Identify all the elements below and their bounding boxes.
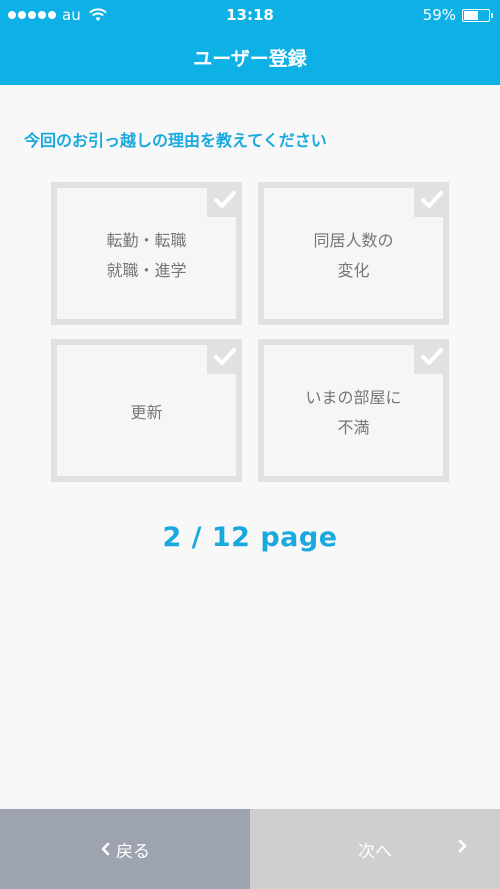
nav-bar: ユーザー登録	[0, 30, 500, 85]
next-button[interactable]: 次へ	[250, 809, 500, 889]
back-button[interactable]: 戻る	[0, 809, 250, 889]
battery-percent: 59%	[422, 6, 456, 24]
page-title: ユーザー登録	[193, 48, 307, 70]
option-job-change[interactable]: 転勤・転職 就職・進学	[51, 182, 242, 325]
option-renewal[interactable]: 更新	[51, 339, 242, 482]
status-bar: au 13:18 59%	[0, 0, 500, 30]
chevron-left-icon	[101, 842, 110, 856]
status-right: 59%	[422, 0, 493, 30]
question-text: 今回のお引っ越しの理由を教えてください	[24, 131, 327, 150]
battery-level	[464, 10, 479, 20]
option-label: いまの部屋に 不満	[305, 387, 402, 437]
option-household-change[interactable]: 同居人数の 変化	[258, 182, 449, 325]
chevron-right-icon	[458, 839, 467, 853]
battery-icon	[462, 8, 493, 22]
bottom-bar: 戻る 次へ	[0, 809, 500, 889]
option-label: 更新	[130, 402, 163, 422]
option-label: 転勤・転職 就職・進学	[106, 230, 187, 280]
next-button-label: 次へ	[358, 841, 392, 862]
back-button-label: 戻る	[116, 841, 150, 862]
option-room-dissatisfaction[interactable]: いまの部屋に 不満	[258, 339, 449, 482]
page-indicator: 2 / 12 page	[162, 522, 338, 553]
option-label: 同居人数の 変化	[313, 230, 394, 280]
